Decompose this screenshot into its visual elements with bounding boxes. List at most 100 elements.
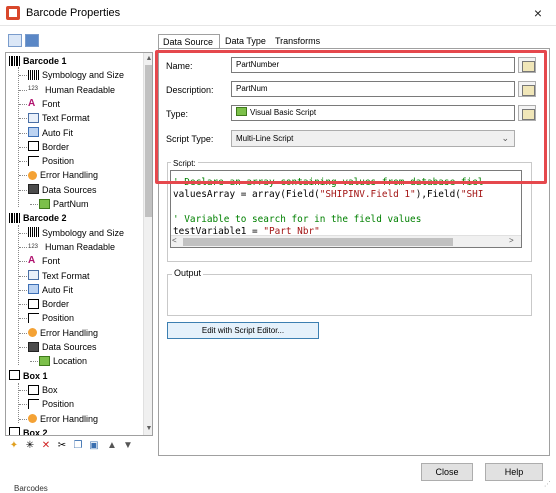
code-line-4: ' Variable to search for in the field va… [173,213,422,225]
text-format-icon [28,112,39,123]
tree-item[interactable]: Border [28,140,69,154]
symbology-icon [28,69,39,80]
code-horizontal-scrollbar[interactable]: < > [171,235,521,247]
help-button[interactable]: Help [485,463,543,481]
tab-transforms[interactable]: Transforms [271,34,327,49]
tree-connector [30,361,38,363]
tree-item[interactable]: PartNum [39,197,89,211]
cut-icon[interactable]: ✂ [56,440,68,452]
tree-connector [19,103,27,105]
close-button[interactable]: Close [421,463,473,481]
new-object-icon[interactable]: ✦ [8,440,20,452]
tree-item[interactable]: Barcode 2 [9,211,67,225]
tree-item[interactable]: A Font [28,97,60,111]
move-down-icon[interactable]: ▼ [122,440,134,452]
tree-item-label: Location [53,356,88,367]
error-handling-icon [28,327,37,337]
tree-item[interactable]: 123 Human Readable [28,83,115,97]
tree-item-label: Text Format [42,270,90,281]
tree-item[interactable]: A Font [28,254,60,268]
position-icon [28,313,39,324]
wand-icon[interactable]: ✳ [24,440,36,452]
tree-connector [19,275,27,277]
tree-item[interactable]: Border [28,297,69,311]
scroll-down-icon[interactable]: ▼ [145,424,152,434]
tree-item[interactable]: Symbology and Size [28,226,124,240]
close-window-button[interactable]: × [528,4,548,22]
tree-connector [19,304,27,306]
tree-connector [19,318,27,320]
auto-fit-icon [28,284,39,295]
barcode-icon [9,212,20,223]
tree-item-label: Font [42,256,61,267]
scroll-right-icon[interactable]: > [509,236,514,245]
tree-connector [19,75,27,77]
tree-item[interactable]: Position [28,397,74,411]
collapse-all-icon[interactable] [25,34,39,47]
text-format-icon [28,270,39,281]
tree-connector [19,132,27,134]
tree-item-label: Barcode 1 [23,56,67,66]
tree-connector [19,347,27,348]
tree-item[interactable]: Error Handling [28,326,98,340]
code-scroll-thumb[interactable] [183,238,453,246]
tree-item[interactable]: Location [39,354,87,368]
tree-item[interactable]: Box [28,383,58,397]
tree-item-label: Auto Fit [42,127,74,138]
tab-data-type[interactable]: Data Type [221,34,271,49]
move-up-icon[interactable]: ▲ [106,440,118,452]
scroll-left-icon[interactable]: < [172,236,177,245]
tree-item-label: Box [42,384,58,395]
position-icon [28,398,39,409]
tree-item[interactable]: Text Format [28,111,90,125]
tree-item[interactable]: Data Sources [28,183,97,197]
highlight-annotation [155,50,547,184]
tab-data-source[interactable]: Data Source [158,34,220,49]
tree-scrollbar[interactable]: ▲ ▼ [143,53,152,435]
code-line-2-d: "SHI [460,189,484,201]
field-icon [39,355,50,366]
tree-item[interactable]: Error Handling [28,412,98,426]
tree-toolbar-top [6,32,152,50]
scroll-up-icon[interactable]: ▲ [145,54,152,64]
tree-item[interactable]: Position [28,311,74,325]
tree-connector [30,204,38,205]
tree-item[interactable]: Symbology and Size [28,68,124,82]
paste-icon[interactable]: ▣ [88,440,100,452]
tree-item-label: Position [42,399,75,410]
tree-connector [19,261,27,263]
tree-item[interactable]: Text Format [28,269,90,283]
tree-item-label: Text Format [42,113,90,124]
tree-item[interactable]: Error Handling [28,168,98,182]
tree-item[interactable]: Auto Fit [28,283,73,297]
tree-item[interactable]: Position [28,154,74,168]
data-sources-icon [28,341,39,352]
symbology-icon [28,227,39,238]
resize-grip-icon[interactable]: ⋰ [544,480,554,488]
tree-item-label: Position [42,156,75,167]
tree-item[interactable]: Box 1 [9,369,48,383]
tree-item-label: Border [42,141,70,152]
tree-item[interactable]: 123 Human Readable [28,240,115,254]
edit-with-script-editor-button[interactable]: Edit with Script Editor... [167,322,319,339]
human-readable-icon: 123 [28,86,39,93]
app-icon [6,6,20,20]
tree-connector [19,118,27,120]
tree-item-label: PartNum [53,199,89,209]
window-title: Barcode Properties [26,7,121,19]
tree-item[interactable]: Barcode 1 [9,54,67,68]
font-icon: A [28,254,36,266]
expand-all-icon[interactable] [8,34,22,47]
tree-item[interactable]: Box 2 [9,426,48,435]
tree-connector [19,189,27,191]
code-line-2-a: valuesArray = array(Field( [173,189,320,201]
tree-scroll-thumb[interactable] [145,65,152,217]
delete-icon[interactable]: ✕ [40,440,52,452]
background-partial-text: Barcodes [14,484,48,493]
tree-item-label: Barcode 2 [23,213,67,224]
tree-connector [19,289,27,291]
human-readable-icon: 123 [28,243,39,250]
tree-item[interactable]: Data Sources [28,340,97,354]
copy-icon[interactable]: ❐ [72,440,84,452]
tree-item[interactable]: Auto Fit [28,126,73,140]
